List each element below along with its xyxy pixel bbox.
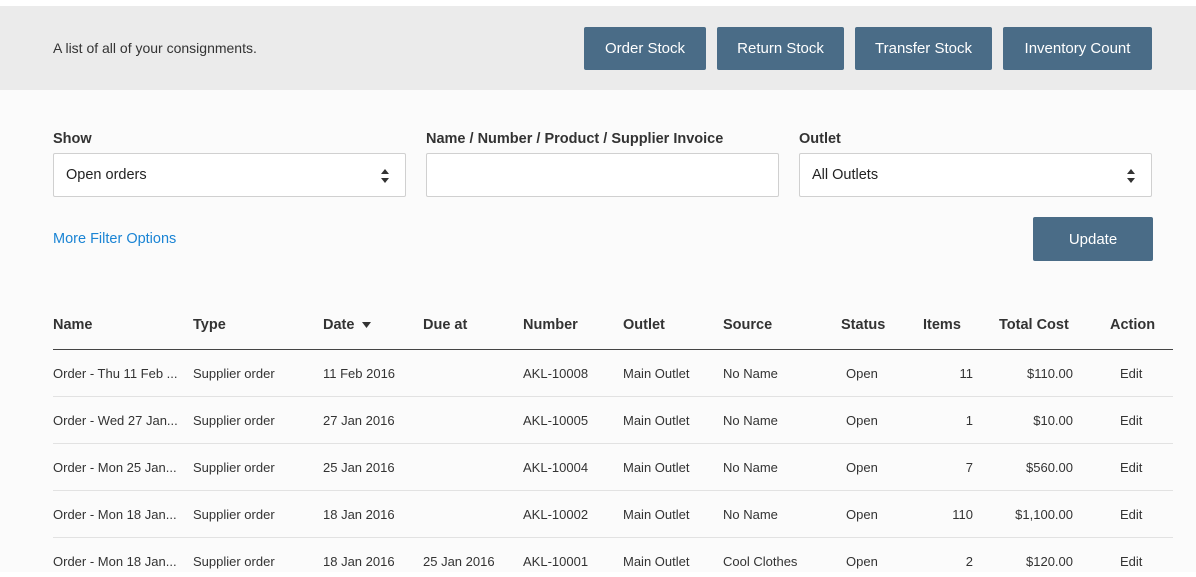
column-header-status[interactable]: Status [841,317,885,333]
cell-outlet: Main Outlet [623,460,690,475]
cell-items: 110 [952,507,973,522]
column-header-total-cost[interactable]: Total Cost [999,317,1069,333]
cell-total-cost: $110.00 [1026,366,1073,381]
transfer-stock-button[interactable]: Transfer Stock [855,27,992,70]
cell-source: No Name [723,366,778,381]
table-row: Order - Mon 18 Jan... Supplier order 18 … [53,491,1173,538]
cell-status: Open [846,366,878,381]
more-filter-options-link[interactable]: More Filter Options [53,231,176,247]
search-label: Name / Number / Product / Supplier Invoi… [426,131,724,147]
updown-arrows-icon [1127,169,1135,183]
cell-total-cost: $10.00 [1033,413,1073,428]
column-header-outlet[interactable]: Outlet [623,317,665,333]
cell-source: No Name [723,413,778,428]
table-row: Order - Thu 11 Feb ... Supplier order 11… [53,350,1173,397]
cell-type: Supplier order [193,554,275,569]
cell-number: AKL-10004 [523,460,589,475]
column-header-number[interactable]: Number [523,317,578,333]
table-row: Order - Mon 25 Jan... Supplier order 25 … [53,444,1173,491]
cell-items: 1 [965,413,973,428]
column-header-type[interactable]: Type [193,317,226,333]
cell-name: Order - Mon 18 Jan... [53,554,177,569]
cell-number: AKL-10005 [523,413,589,428]
show-label: Show [53,131,92,147]
cell-number: AKL-10001 [523,554,589,569]
cell-date: 27 Jan 2016 [323,413,395,428]
cell-total-cost: $1,100.00 [1015,507,1073,522]
inventory-count-button[interactable]: Inventory Count [1003,27,1152,70]
cell-type: Supplier order [193,460,275,475]
return-stock-button[interactable]: Return Stock [717,27,844,70]
cell-status: Open [846,507,878,522]
updown-arrows-icon [381,169,389,183]
cell-type: Supplier order [193,366,275,381]
edit-link[interactable]: Edit [1120,366,1142,381]
cell-outlet: Main Outlet [623,413,690,428]
column-header-name[interactable]: Name [53,317,93,333]
edit-link[interactable]: Edit [1120,460,1142,475]
cell-source: No Name [723,460,778,475]
column-header-action: Action [1110,317,1156,333]
outlet-label: Outlet [799,131,841,147]
column-header-source[interactable]: Source [723,317,772,333]
cell-name: Order - Mon 18 Jan... [53,507,177,522]
update-button[interactable]: Update [1033,217,1153,261]
consignments-page: A list of all of your consignments. Orde… [0,0,1196,577]
cell-number: AKL-10002 [523,507,589,522]
cell-name: Order - Mon 25 Jan... [53,460,177,475]
search-field[interactable] [426,153,779,197]
cell-status: Open [846,554,878,569]
cell-outlet: Main Outlet [623,507,690,522]
cell-outlet: Main Outlet [623,554,690,569]
bottom-edge [0,572,1196,577]
cell-total-cost: $120.00 [1026,554,1073,569]
outlet-select[interactable]: All Outlets [799,153,1152,197]
edit-link[interactable]: Edit [1120,554,1142,569]
cell-status: Open [846,413,878,428]
cell-source: No Name [723,507,778,522]
cell-outlet: Main Outlet [623,366,690,381]
cell-source: Cool Clothes [723,554,798,569]
cell-type: Supplier order [193,413,275,428]
column-header-due-at[interactable]: Due at [423,317,467,333]
cell-date: 18 Jan 2016 [323,554,395,569]
table-row: Order - Wed 27 Jan... Supplier order 27 … [53,397,1173,444]
page-description: A list of all of your consignments. [53,40,257,56]
column-header-date[interactable]: Date [323,317,372,333]
column-header-date-label: Date [323,317,355,333]
edit-link[interactable]: Edit [1120,507,1142,522]
cell-total-cost: $560.00 [1026,460,1073,475]
outlet-select-value: All Outlets [812,167,879,183]
order-stock-button[interactable]: Order Stock [584,27,706,70]
show-select[interactable]: Open orders [53,153,406,197]
cell-date: 11 Feb 2016 [323,366,396,381]
cell-due-at: 25 Jan 2016 [423,554,495,569]
cell-name: Order - Wed 27 Jan... [53,413,178,428]
edit-link[interactable]: Edit [1120,413,1142,428]
search-input[interactable] [439,154,778,196]
cell-items: 7 [965,460,973,475]
cell-number: AKL-10008 [523,366,589,381]
cell-status: Open [846,460,878,475]
cell-date: 18 Jan 2016 [323,507,395,522]
show-select-value: Open orders [66,167,147,183]
cell-type: Supplier order [193,507,275,522]
cell-date: 25 Jan 2016 [323,460,395,475]
cell-items: 2 [965,554,973,569]
caret-down-icon [362,322,372,329]
cell-name: Order - Thu 11 Feb ... [53,366,178,381]
column-header-items[interactable]: Items [923,317,961,333]
cell-items: 11 [959,366,974,381]
page-header: A list of all of your consignments. Orde… [0,6,1196,90]
